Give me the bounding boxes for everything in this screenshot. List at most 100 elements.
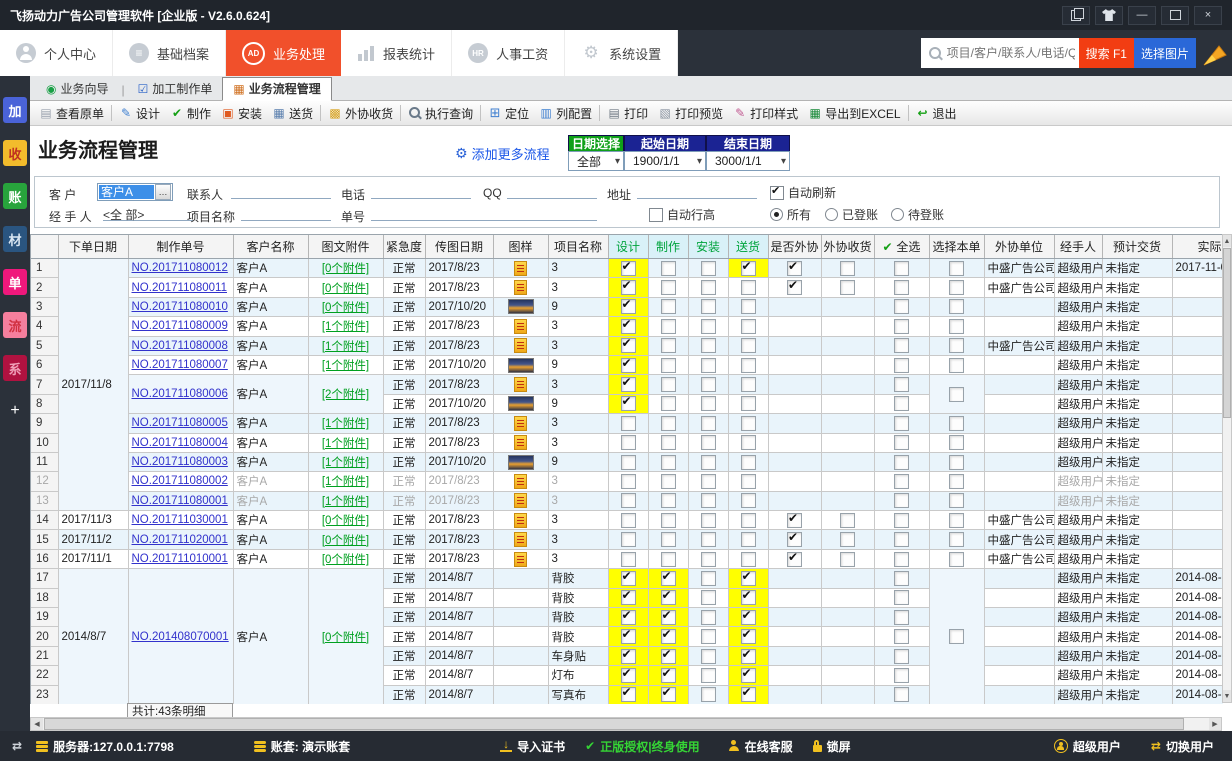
sidebar-button-加[interactable]: 加 bbox=[3, 97, 27, 123]
checkbox-install[interactable] bbox=[701, 416, 716, 431]
cert-thumbnail[interactable] bbox=[514, 532, 527, 547]
checkbox-make[interactable] bbox=[661, 416, 676, 431]
attachment-link[interactable]: [1个附件] bbox=[322, 438, 369, 450]
checkbox-make[interactable] bbox=[661, 280, 676, 295]
checkbox-select-all[interactable] bbox=[894, 338, 909, 353]
photo-thumbnail[interactable] bbox=[508, 396, 534, 411]
toolbar-button-打印预览[interactable]: 打印预览 bbox=[653, 103, 728, 124]
sidebar-button-流[interactable]: 流 bbox=[3, 312, 27, 338]
checkbox-design[interactable] bbox=[621, 571, 636, 586]
checkbox-design[interactable] bbox=[621, 455, 636, 470]
scroll-left-icon[interactable]: ◀ bbox=[31, 718, 43, 730]
cert-thumbnail[interactable] bbox=[514, 416, 527, 431]
checkbox-install[interactable] bbox=[701, 571, 716, 586]
checkbox-select-order[interactable] bbox=[949, 493, 964, 508]
col-header-expected-delivery[interactable]: 预计交货 bbox=[1102, 235, 1172, 259]
checkbox-design[interactable] bbox=[621, 513, 636, 528]
checkbox-install[interactable] bbox=[701, 299, 716, 314]
checkbox-deliver[interactable] bbox=[741, 299, 756, 314]
col-header-outsource-company[interactable]: 外协单位 bbox=[984, 235, 1054, 259]
checkbox-install[interactable] bbox=[701, 377, 716, 392]
checkbox-select-all[interactable] bbox=[894, 571, 909, 586]
cert-thumbnail[interactable] bbox=[514, 261, 527, 276]
checkbox-make[interactable] bbox=[661, 338, 676, 353]
switch-user-button[interactable]: ⇄ 切换用户 bbox=[1151, 738, 1214, 755]
checkbox-select-all[interactable] bbox=[894, 358, 909, 373]
photo-thumbnail[interactable] bbox=[508, 358, 534, 373]
checkbox-make[interactable] bbox=[661, 377, 676, 392]
checkbox-select-order[interactable] bbox=[949, 338, 964, 353]
lock-screen-button[interactable]: 锁屏 bbox=[813, 738, 851, 755]
checkbox-outsource-receive[interactable] bbox=[840, 261, 855, 276]
cascade-window-icon[interactable] bbox=[1062, 6, 1090, 25]
attachment-link[interactable]: [0个附件] bbox=[322, 302, 369, 314]
cert-thumbnail[interactable] bbox=[514, 338, 527, 353]
handler-input[interactable]: <全 部> bbox=[103, 206, 193, 221]
checkbox-select-all[interactable] bbox=[894, 299, 909, 314]
checkbox-design[interactable] bbox=[621, 261, 636, 276]
sidebar-button-收[interactable]: 收 bbox=[3, 140, 27, 166]
col-header-select-order[interactable]: 选择本单 bbox=[929, 235, 984, 259]
checkbox-deliver[interactable] bbox=[741, 474, 756, 489]
attachment-link[interactable]: [1个附件] bbox=[322, 418, 369, 430]
checkbox-outsourced[interactable] bbox=[787, 532, 802, 547]
checkbox-make[interactable] bbox=[661, 571, 676, 586]
col-header-outsource-receive[interactable]: 外协收货 bbox=[821, 235, 874, 259]
sidebar-button-+[interactable]: + bbox=[3, 398, 27, 424]
phone-input[interactable] bbox=[371, 184, 471, 199]
cert-thumbnail[interactable] bbox=[514, 280, 527, 295]
checkbox-select-all[interactable] bbox=[894, 435, 909, 450]
col-header-make[interactable]: 制作 bbox=[648, 235, 688, 259]
checkbox-make[interactable] bbox=[661, 396, 676, 411]
checkbox-install[interactable] bbox=[701, 552, 716, 567]
attachment-link[interactable]: [1个附件] bbox=[322, 360, 369, 372]
col-header-order-no[interactable]: 制作单号 bbox=[128, 235, 233, 259]
checkbox-select-order[interactable] bbox=[949, 435, 964, 450]
checkbox-select-all[interactable] bbox=[894, 649, 909, 664]
checkbox-select-all[interactable] bbox=[894, 280, 909, 295]
sidebar-button-单[interactable]: 单 bbox=[3, 269, 27, 295]
checkbox-deliver[interactable] bbox=[741, 668, 756, 683]
order-link[interactable]: NO.201711010001 bbox=[132, 553, 228, 565]
checkbox-deliver[interactable] bbox=[741, 552, 756, 567]
tab-业务流程管理[interactable]: 业务流程管理 bbox=[222, 77, 331, 101]
checkbox-make[interactable] bbox=[661, 455, 676, 470]
checkbox-deliver[interactable] bbox=[741, 377, 756, 392]
cert-thumbnail[interactable] bbox=[514, 319, 527, 334]
order-link[interactable]: NO.201711080009 bbox=[132, 320, 228, 332]
checkbox-select-order[interactable] bbox=[949, 455, 964, 470]
checkbox-deliver[interactable] bbox=[741, 571, 756, 586]
qq-input[interactable] bbox=[507, 184, 597, 199]
toolbar-button-打印[interactable]: 打印 bbox=[602, 103, 653, 124]
checkbox-outsourced[interactable] bbox=[787, 280, 802, 295]
checkbox-select-all[interactable] bbox=[894, 610, 909, 625]
checkbox-select-all[interactable] bbox=[894, 629, 909, 644]
maximize-button[interactable] bbox=[1161, 6, 1189, 25]
col-header-outsourced[interactable]: 是否外协 bbox=[768, 235, 821, 259]
col-header-attachment[interactable]: 图文附件 bbox=[308, 235, 383, 259]
col-header-urgency[interactable]: 紧急度 bbox=[383, 235, 425, 259]
checkbox-install[interactable] bbox=[701, 590, 716, 605]
checkbox-outsource-receive[interactable] bbox=[840, 552, 855, 567]
end-date-select[interactable]: 3000/1/1 bbox=[706, 151, 790, 171]
add-more-flow-link[interactable]: 添加更多流程 bbox=[455, 144, 550, 163]
checkbox-select-all[interactable] bbox=[894, 474, 909, 489]
horizontal-scrollbar[interactable]: ◀ ▶ bbox=[30, 717, 1222, 731]
close-button[interactable]: × bbox=[1194, 6, 1222, 25]
checkbox-design[interactable] bbox=[621, 668, 636, 683]
customer-combo[interactable]: 客户A … bbox=[97, 183, 173, 201]
checkbox-install[interactable] bbox=[701, 532, 716, 547]
attachment-link[interactable]: [0个附件] bbox=[322, 535, 369, 547]
toolbar-button-查看原单[interactable]: 查看原单 bbox=[34, 103, 109, 124]
checkbox-deliver[interactable] bbox=[741, 396, 756, 411]
order-link[interactable]: NO.201711080004 bbox=[132, 437, 228, 449]
checkbox-select-order[interactable] bbox=[949, 261, 964, 276]
attachment-link[interactable]: [2个附件] bbox=[322, 389, 369, 401]
order-link[interactable]: NO.201711030001 bbox=[132, 514, 228, 526]
cert-thumbnail[interactable] bbox=[514, 435, 527, 450]
checkbox-install[interactable] bbox=[701, 338, 716, 353]
checkbox-design[interactable] bbox=[621, 493, 636, 508]
search-button[interactable]: 搜索 F1 bbox=[1079, 38, 1134, 68]
toolbar-button-外协收货[interactable]: 外协收货 bbox=[323, 103, 398, 124]
attachment-link[interactable]: [1个附件] bbox=[322, 496, 369, 508]
